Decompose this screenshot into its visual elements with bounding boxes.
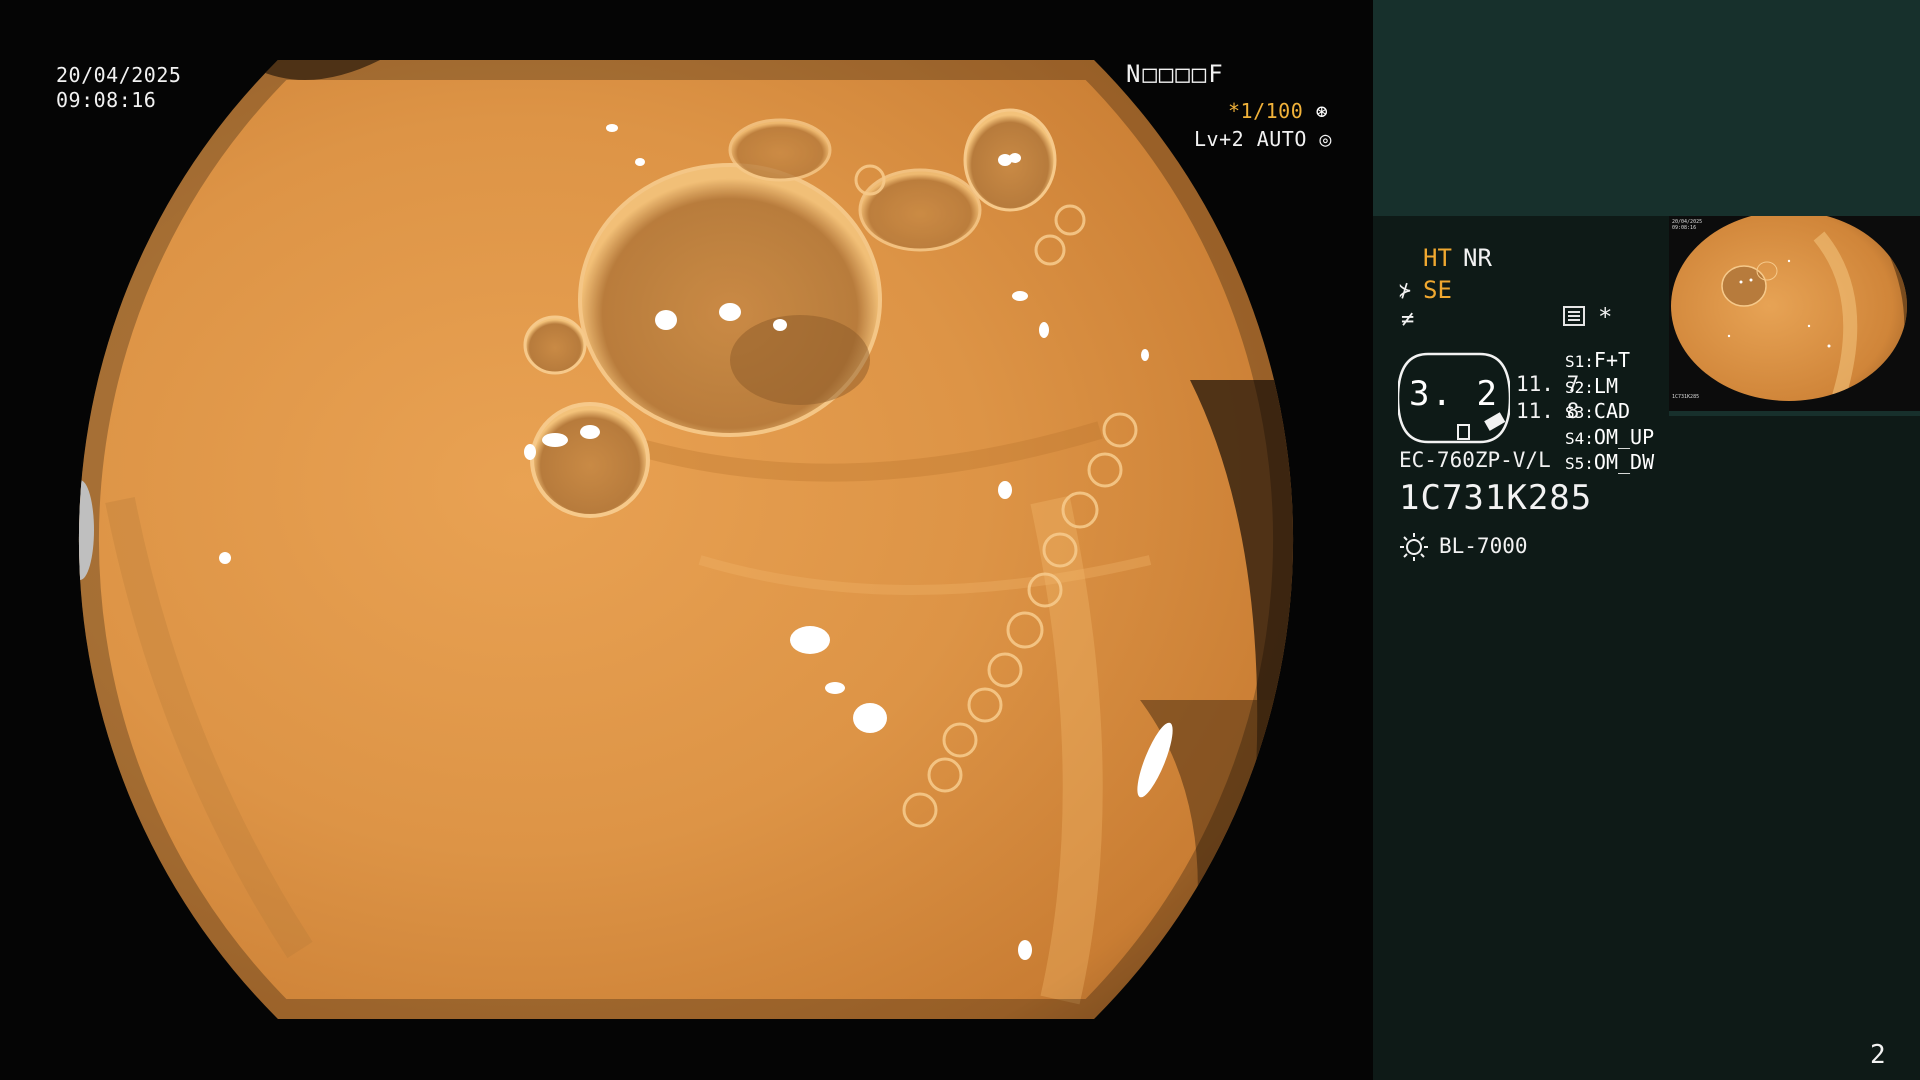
captured-image-thumbnail[interactable]: 20/04/2025 09:08:16 1C731K285 bbox=[1669, 216, 1920, 416]
page-number: 2 bbox=[1870, 1040, 1886, 1070]
switch-key: S3: bbox=[1565, 403, 1594, 422]
switch-row: S1:F+T bbox=[1565, 348, 1654, 374]
thumbnail-time: 09:08:16 bbox=[1672, 225, 1697, 231]
shutter-speed: *1/100 ⊛ bbox=[1228, 99, 1328, 124]
switch-key: S2: bbox=[1565, 377, 1594, 397]
switch-list: S1:F+T S2:LM S3:CAD S4:OM_UP S5:OM_DW bbox=[1565, 348, 1654, 476]
shutter-text: *1/100 bbox=[1228, 99, 1304, 123]
switch-key: S4: bbox=[1565, 428, 1594, 448]
ht-indicator: HT bbox=[1423, 244, 1452, 272]
panel-header-area bbox=[1373, 0, 1920, 216]
switch-row: S2:LM bbox=[1565, 374, 1654, 400]
time-text: 09:08:16 bbox=[56, 88, 157, 112]
iris-text: Lv+2 AUTO bbox=[1194, 127, 1307, 151]
star-indicator: * bbox=[1598, 303, 1613, 331]
switch-key: S1: bbox=[1565, 352, 1594, 371]
light-source-icon bbox=[1400, 533, 1428, 561]
endoscopic-image bbox=[78, 60, 1294, 1019]
sharpness-icon: ≠ bbox=[1401, 307, 1415, 332]
scope-serial: 1C731K285 bbox=[1399, 478, 1593, 518]
switch-value: LM bbox=[1593, 373, 1618, 398]
switch-value: CAD bbox=[1593, 399, 1631, 423]
endoscope-view: 20/04/2025 09:08:16 N□□□□F *1/100 ⊛ Lv+2… bbox=[0, 0, 1372, 1080]
se-indicator: SE bbox=[1423, 276, 1452, 304]
iris-icon: ◎ bbox=[1319, 127, 1332, 151]
switch-value: F+T bbox=[1593, 348, 1631, 372]
switch-value: OM_DW bbox=[1593, 450, 1655, 474]
scope-model: EC-760ZP-V/L bbox=[1399, 448, 1551, 472]
switch-value: OM_UP bbox=[1593, 424, 1655, 449]
thumbnail-serial: 1C731K285 bbox=[1672, 394, 1700, 400]
iris-mode: Lv+2 AUTO ◎ bbox=[1194, 127, 1332, 152]
shutter-wheel-icon: ⊛ bbox=[1315, 99, 1329, 123]
switch-row: S3:CAD bbox=[1565, 399, 1654, 425]
switch-row: S4:OM_UP bbox=[1565, 425, 1654, 451]
zoom-value: 3. 2 bbox=[1409, 374, 1499, 414]
switch-row: S5:OM_DW bbox=[1565, 450, 1654, 476]
nr-indicator: NR bbox=[1463, 244, 1492, 272]
date-time: 20/04/2025 09:08:16 bbox=[56, 63, 181, 113]
info-panel: HT NR ⊁ SE ≠ * 3. 2 11. 7 11. 8 S1:F+T S… bbox=[1373, 0, 1920, 1080]
thumbnail-image bbox=[1669, 216, 1920, 416]
date-text: 20/04/2025 bbox=[56, 63, 182, 87]
patient-id: N□□□□F bbox=[1126, 60, 1225, 88]
menu-icon bbox=[1563, 306, 1585, 326]
switch-key: S5: bbox=[1565, 454, 1594, 473]
light-source: BL-7000 bbox=[1439, 534, 1528, 558]
structure-enhancement-icon: ⊁ bbox=[1399, 278, 1412, 302]
